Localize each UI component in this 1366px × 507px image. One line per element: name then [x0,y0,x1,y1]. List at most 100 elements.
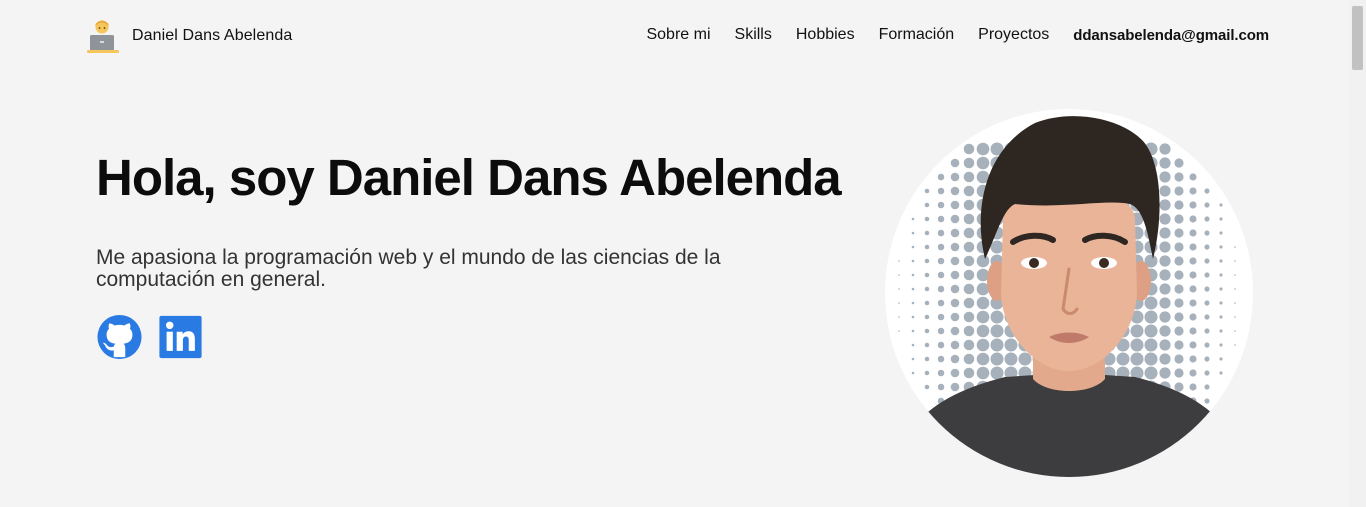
halftone-dot [976,324,990,338]
halftone-dot [1189,201,1197,209]
scrollbar-thumb[interactable] [1352,6,1363,70]
github-link[interactable] [96,314,143,360]
halftone-dot [924,314,930,320]
halftone-dot [898,316,900,318]
halftone-dot [1159,311,1171,323]
halftone-dot [1219,287,1223,291]
halftone-dot [1159,143,1171,155]
halftone-dot [963,339,975,351]
halftone-dot [924,286,930,292]
halftone-dot [1144,352,1158,366]
nav-link-formacion[interactable]: Formación [879,26,955,44]
halftone-dot [1174,242,1184,252]
halftone-dot [1204,300,1210,306]
halftone-dot [1204,272,1210,278]
halftone-dot [1159,255,1171,267]
halftone-dot [1159,171,1171,183]
halftone-dot [1204,384,1210,390]
halftone-dot [1219,245,1223,249]
halftone-dot [924,300,930,306]
halftone-dot [1144,296,1158,310]
halftone-dot [911,343,915,347]
halftone-dot [1174,340,1184,350]
halftone-dot [937,201,945,209]
halftone-dot [1234,316,1236,318]
halftone-dot [1189,355,1197,363]
halftone-dot [911,329,915,333]
halftone-dot [950,298,960,308]
halftone-dot [937,341,945,349]
brand-name: Daniel Dans Abelenda [132,27,293,44]
halftone-dot [1174,382,1184,392]
halftone-dot [924,188,930,194]
halftone-dot [1130,324,1144,338]
halftone-dot [1159,213,1171,225]
halftone-dot [950,382,960,392]
halftone-dot [937,369,945,377]
halftone-dot [898,330,900,332]
halftone-dot [950,172,960,182]
halftone-dot [911,273,915,277]
halftone-dot [1219,301,1223,305]
halftone-dot [1189,383,1197,391]
halftone-dot [1004,338,1018,352]
linkedin-link[interactable] [157,314,204,360]
halftone-dot [1174,326,1184,336]
social-links [96,314,204,360]
halftone-dot [1204,202,1210,208]
halftone-dot [976,366,990,380]
halftone-dot [1219,329,1223,333]
hero-subtitle: Me apasiona la programación web y el mun… [96,246,721,291]
halftone-dot [950,326,960,336]
nav-link-proyectos[interactable]: Proyectos [978,26,1049,44]
halftone-dot [1219,203,1223,207]
halftone-dot [924,272,930,278]
halftone-dot [1204,370,1210,376]
halftone-dot [990,352,1004,366]
halftone-dot [1204,328,1210,334]
halftone-dot [898,302,900,304]
halftone-dot [1130,338,1144,352]
halftone-dot [1204,314,1210,320]
profile-portrait-illustration [885,116,1253,477]
halftone-dot [1204,342,1210,348]
halftone-dot [976,142,990,156]
halftone-dot [937,285,945,293]
halftone-dot [911,245,915,249]
nav-email-link[interactable]: ddansabelenda@gmail.com [1073,27,1269,44]
halftone-dot [976,296,990,310]
halftone-dot [1189,229,1197,237]
halftone-dot [924,384,930,390]
halftone-dot [1174,354,1184,364]
halftone-dot [1204,356,1210,362]
nav-link-hobbies[interactable]: Hobbies [796,26,855,44]
halftone-dot [1174,228,1184,238]
brand-link[interactable]: Daniel Dans Abelenda [86,18,292,54]
halftone-dot [924,328,930,334]
halftone-dot [1174,256,1184,266]
halftone-dot [1189,215,1197,223]
nav-link-skills[interactable]: Skills [735,26,772,44]
halftone-dot [963,157,975,169]
halftone-dot [1219,217,1223,221]
halftone-dot [1219,273,1223,277]
nav-link-sobre-mi[interactable]: Sobre mi [646,26,710,44]
halftone-dot [1234,330,1236,332]
halftone-dot [1174,270,1184,280]
hero-title: Hola, soy Daniel Dans Abelenda [96,149,842,206]
halftone-dot [937,187,945,195]
halftone-dot [1174,298,1184,308]
halftone-dot [937,383,945,391]
halftone-dot [950,200,960,210]
halftone-dot [976,310,990,324]
halftone-dot [937,257,945,265]
halftone-dot [976,352,990,366]
halftone-dot [1204,230,1210,236]
halftone-dot [924,230,930,236]
halftone-dot [963,213,975,225]
page-scrollbar[interactable] [1349,0,1366,507]
halftone-dot [1189,341,1197,349]
halftone-dot [1189,187,1197,195]
halftone-dot [1219,371,1223,375]
profile-photo [885,109,1253,477]
